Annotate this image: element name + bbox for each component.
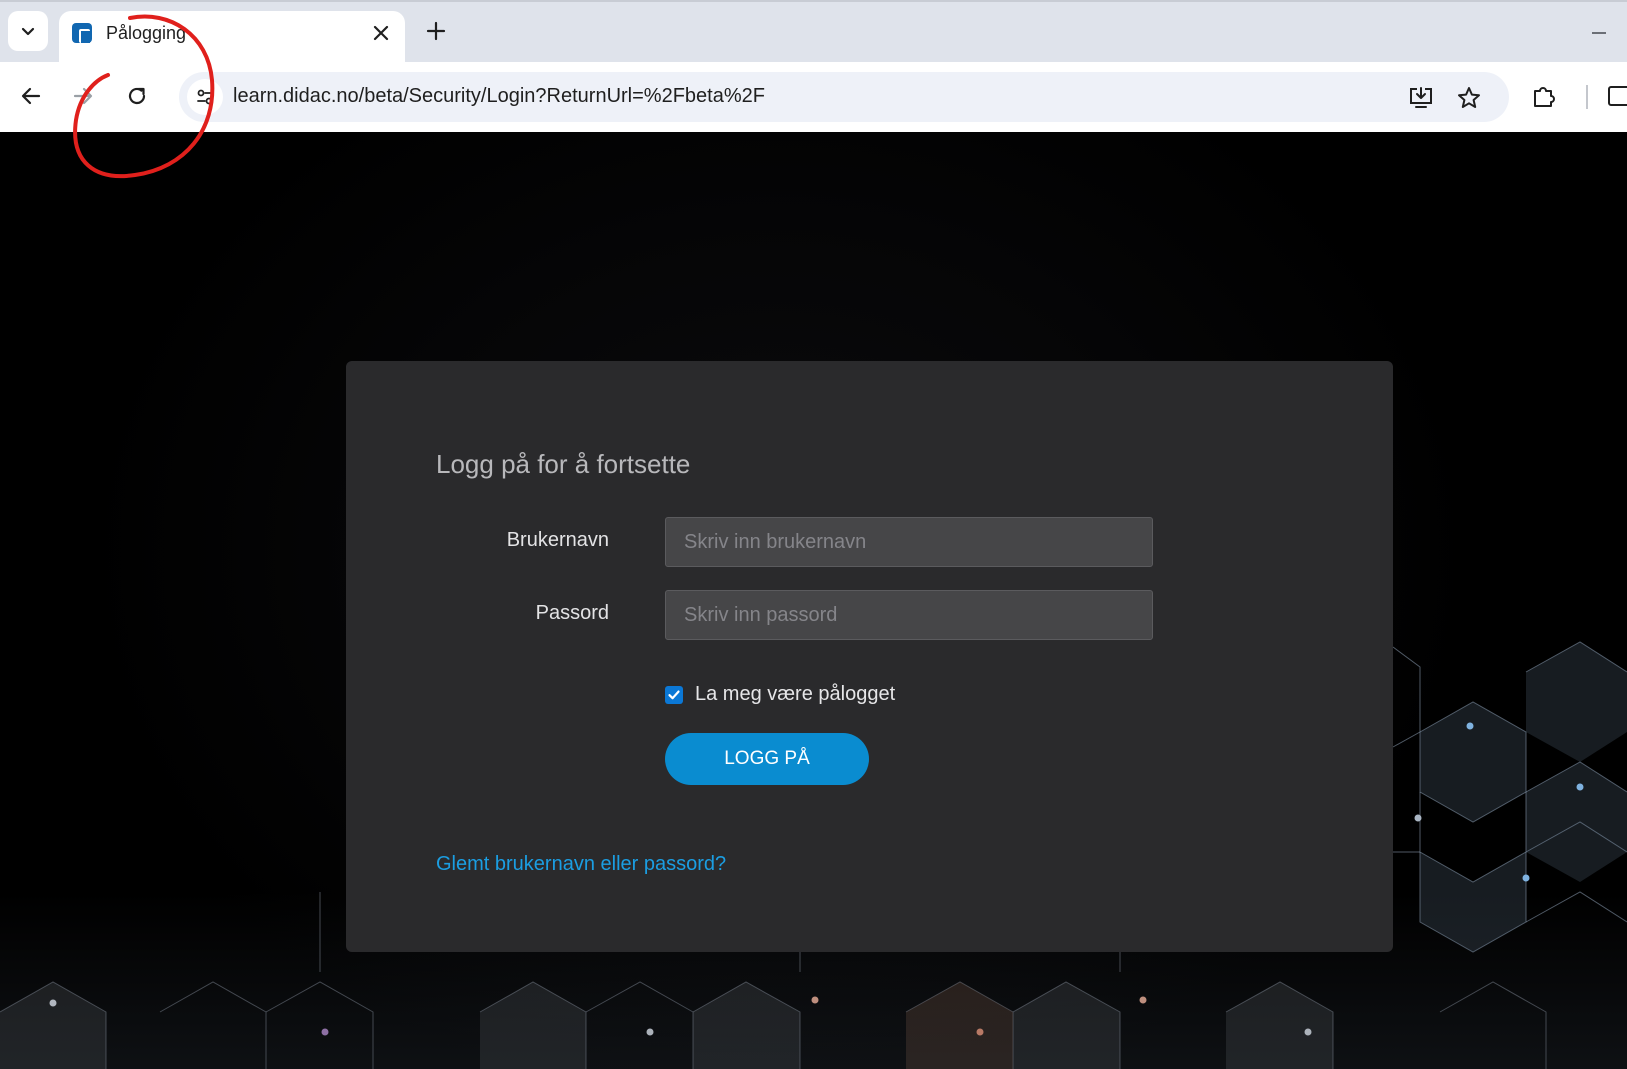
password-label: Passord — [535, 602, 609, 624]
tab-search-button[interactable] — [8, 11, 48, 51]
tune-icon — [197, 89, 213, 105]
reload-icon — [128, 87, 146, 105]
puzzle-icon — [1534, 87, 1555, 107]
remember-me-checkbox[interactable] — [665, 685, 683, 704]
didac-favicon-icon — [72, 23, 92, 43]
url-text[interactable]: learn.didac.no/beta/Security/Login?Retur… — [233, 85, 765, 108]
login-card: Logg på for å fortsette Brukernavn Passo… — [346, 361, 1393, 952]
username-label: Brukernavn — [506, 529, 609, 551]
password-input[interactable] — [665, 590, 1153, 640]
side-panel-button[interactable] — [1605, 82, 1627, 110]
side-panel-icon — [1608, 86, 1627, 106]
tab-title: Pålogging — [106, 23, 187, 43]
remember-me[interactable]: La meg være pålogget — [665, 683, 895, 706]
new-tab-icon[interactable] — [424, 19, 448, 43]
toolbar-separator — [1586, 85, 1588, 109]
arrow-right-icon — [73, 87, 93, 105]
star-icon — [1458, 87, 1480, 108]
forgot-credentials-link[interactable]: Glemt brukernavn eller passord? — [436, 853, 726, 876]
bookmark-button[interactable] — [1455, 84, 1483, 112]
reload-button[interactable] — [123, 82, 151, 110]
forward-button[interactable] — [69, 82, 97, 110]
tab-strip: Pålogging — [0, 0, 1627, 64]
username-input[interactable] — [665, 517, 1153, 567]
address-bar[interactable]: learn.didac.no/beta/Security/Login?Retur… — [179, 72, 1509, 122]
browser-toolbar: learn.didac.no/beta/Security/Login?Retur… — [0, 62, 1627, 132]
arrow-left-icon — [21, 87, 41, 105]
minimize-window-icon[interactable] — [1592, 32, 1606, 34]
site-info-button[interactable] — [187, 79, 223, 115]
login-heading: Logg på for å fortsette — [436, 449, 691, 479]
install-app-button[interactable] — [1407, 84, 1435, 112]
chevron-down-icon — [21, 27, 35, 36]
browser-tab-active[interactable]: Pålogging — [59, 11, 405, 64]
close-tab-icon[interactable] — [369, 21, 393, 45]
install-app-icon — [1410, 87, 1432, 108]
page-background: Logg på for å fortsette Brukernavn Passo… — [0, 132, 1627, 1069]
back-button[interactable] — [17, 82, 45, 110]
remember-me-label: La meg være pålogget — [695, 683, 896, 705]
checkmark-icon — [668, 690, 680, 699]
login-button[interactable]: LOGG PÅ — [665, 733, 869, 785]
extensions-button[interactable] — [1530, 82, 1558, 110]
